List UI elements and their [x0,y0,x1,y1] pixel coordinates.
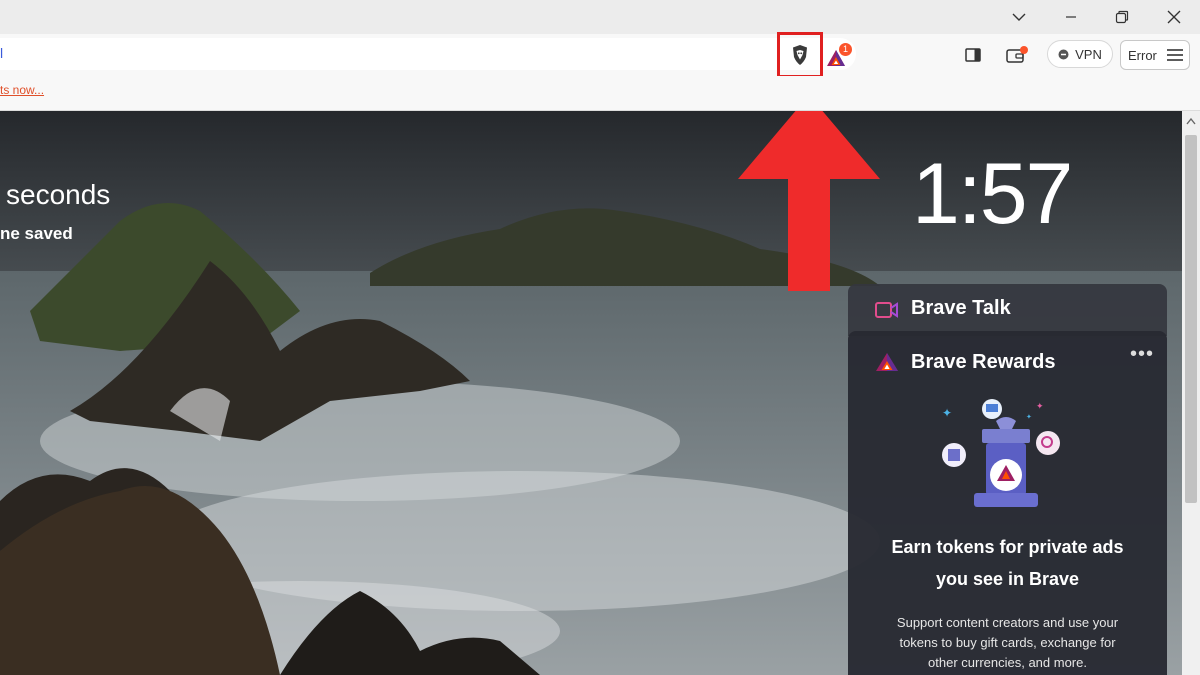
new-tab-page: seconds ne saved 1:57 Brave Talk Brave R… [0,111,1200,675]
minimize-button[interactable] [1048,0,1094,34]
rewards-headline: Earn tokens for private ads you see in B… [848,531,1167,595]
info-bar-link[interactable]: ts now... [0,83,44,97]
svg-text:✦: ✦ [1026,413,1032,421]
rewards-badge: 1 [839,43,852,56]
rewards-headline-line-2: you see in Brave [935,569,1080,589]
sidebar-icon [965,48,981,62]
vpn-label: VPN [1075,46,1102,62]
rewards-desc-line-3: other currencies, and more. [928,655,1087,670]
svg-text:✦: ✦ [1036,402,1044,412]
address-bar[interactable]: l 1 [0,32,856,78]
red-pointer-arrow-icon [738,111,880,291]
rewards-gift-illustration: ✦ ✦ ✦ [942,399,1060,507]
brave-rewards-title: Brave Rewards [911,351,1056,373]
rewards-description: Support content creators and use your to… [858,613,1157,673]
info-bar: ts now... [0,76,1200,111]
restore-icon [1115,10,1129,24]
sidebar-toggle-button[interactable] [960,42,986,68]
page-scrollbar[interactable] [1182,111,1200,675]
error-label: Error [1128,47,1157,63]
brave-shields-button[interactable] [777,32,823,78]
brave-talk-widget[interactable]: Brave Talk [848,284,1167,336]
scrollbar-thumb[interactable] [1185,135,1197,503]
stats-text-saved: ne saved [0,224,73,243]
rewards-desc-line-2: tokens to buy gift cards, exchange for [899,635,1116,650]
hamburger-menu-icon [1166,49,1183,61]
url-text: l [0,45,4,61]
close-icon [1167,10,1181,24]
rewards-desc-line-1: Support content creators and use your [896,615,1119,630]
minimize-icon [1066,16,1076,18]
scroll-up-arrow-icon[interactable] [1186,117,1196,125]
stats-text-seconds: seconds [6,179,111,210]
vpn-button[interactable]: VPN [1047,40,1113,68]
window-titlebar [0,0,1200,34]
tab-search-button[interactable] [996,0,1042,34]
brave-shield-icon [793,45,807,65]
more-options-icon[interactable]: ••• [1130,343,1154,366]
vpn-status-icon [1058,49,1069,59]
brave-rewards-button[interactable]: 1 [823,43,853,73]
clock: 1:57 [912,146,1073,242]
wallet-button[interactable] [1004,42,1030,68]
svg-text:✦: ✦ [942,406,952,420]
rewards-headline-line-1: Earn tokens for private ads [891,537,1124,557]
wallet-icon [1006,46,1028,63]
video-camera-icon [875,302,898,318]
brave-rewards-widget: Brave Rewards ••• ✦ ✦ ✦ Earn tokens for … [848,331,1167,675]
restore-button[interactable] [1099,0,1145,34]
main-menu-button[interactable]: Error [1120,40,1190,70]
bat-logo-icon [876,353,898,371]
chevron-down-icon [1012,13,1026,21]
close-window-button[interactable] [1151,0,1197,34]
browser-toolbar: l 1 VPN Error [0,32,1200,78]
brave-talk-title: Brave Talk [911,297,1011,319]
